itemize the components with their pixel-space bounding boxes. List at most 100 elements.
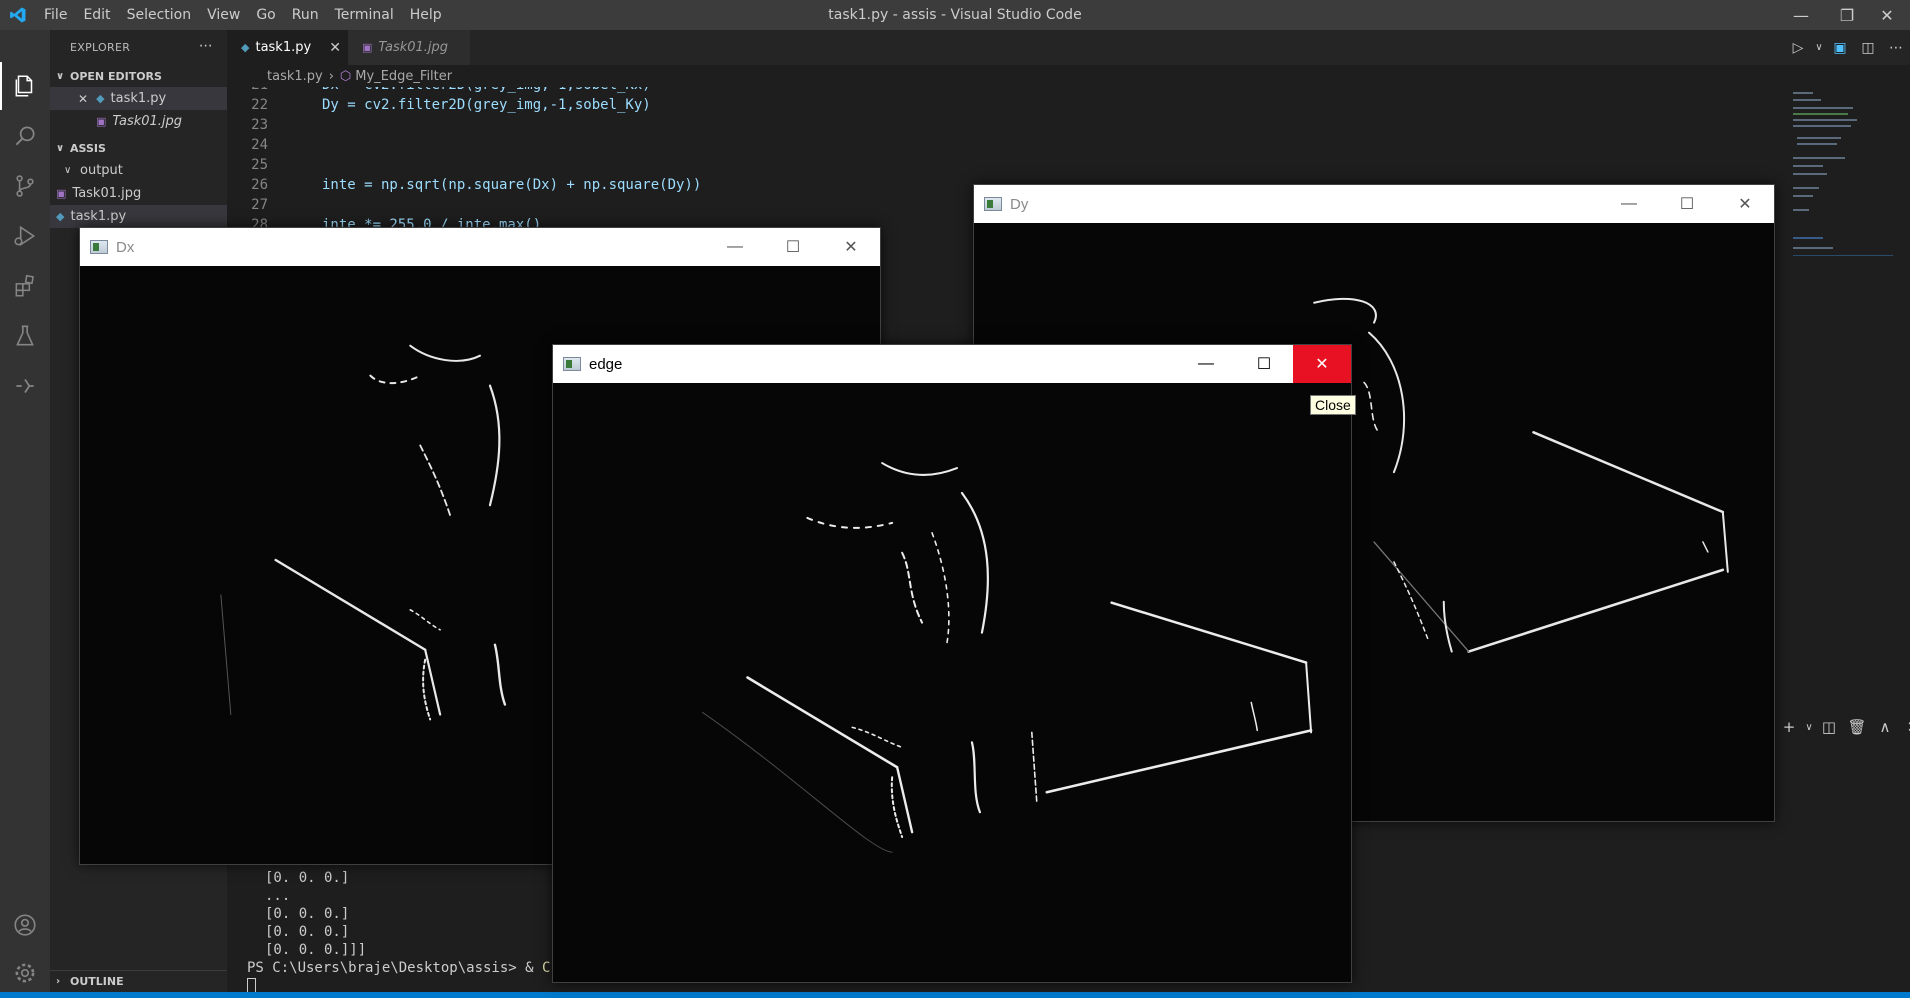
source-control-icon [16, 175, 34, 197]
line-text [272, 115, 322, 135]
add-terminal-icon[interactable]: + [1775, 718, 1803, 736]
minimize-button[interactable]: — [1177, 345, 1235, 383]
open-editor-item[interactable]: ✕ ◆ task1.py [50, 87, 227, 110]
window-title-bar[interactable]: Dx — ☐ ✕ [80, 228, 880, 266]
run-icon[interactable]: ▷ [1784, 40, 1812, 56]
manage-button[interactable] [0, 948, 50, 998]
search-button[interactable] [0, 111, 50, 161]
maximize-button[interactable]: ☐ [764, 228, 822, 266]
breadcrumb-file[interactable]: task1.py [267, 69, 323, 84]
code-line: 21Dx = cv2.filter2D(grey_img,-1,sobel_Kx… [227, 87, 1787, 95]
close-icon[interactable]: ✕ [1899, 718, 1910, 736]
file-label: task1.py [70, 209, 127, 224]
folder-item-output[interactable]: ∨ output [50, 159, 227, 182]
close-button[interactable]: ✕ [1293, 345, 1351, 383]
more-actions-icon[interactable]: ⋯ [1882, 40, 1910, 56]
image-file-icon: ▣ [56, 187, 67, 200]
edge-image-window[interactable]: edge — ☐ ✕ [552, 344, 1352, 983]
code-line: 24 [227, 135, 1787, 155]
window-title-bar[interactable]: edge — ☐ ✕ [553, 345, 1351, 383]
terminal-prompt: PS C:\Users\braje\Desktop\assis> & C:/ [247, 960, 567, 976]
minimize-icon: — [727, 238, 743, 255]
window-title-bar[interactable]: Dy — ☐ ✕ [974, 185, 1774, 223]
code-line: 25 [227, 155, 1787, 175]
trash-icon[interactable]: 🗑 [1843, 718, 1871, 736]
tab-task1-py[interactable]: ◆ task1.py ✕ [227, 30, 348, 65]
source-control-button[interactable] [0, 161, 50, 211]
maximize-icon: ☐ [1256, 356, 1272, 373]
window-title: Dy [1010, 195, 1029, 213]
image-file-icon: ▣ [96, 115, 107, 128]
maximize-button[interactable]: ☐ [1235, 345, 1293, 383]
python-file-icon: ◆ [96, 92, 105, 105]
maximize-button[interactable]: ☐ [1658, 185, 1716, 223]
line-text: Dy = cv2.filter2D(grey_img,-1,sobel_Ky) [322, 97, 651, 113]
image-file-icon: ▣ [362, 41, 373, 54]
search-icon [15, 126, 35, 146]
chevron-down-icon[interactable]: ∨ [1803, 722, 1815, 733]
terminal-line: ... [265, 888, 291, 904]
python-file-icon: ◆ [56, 210, 65, 223]
minimize-window-button[interactable]: — [1778, 0, 1824, 30]
window-app-icon [90, 240, 108, 254]
minimap[interactable] [1787, 87, 1897, 587]
terminal-actions: + ∨ ◫ 🗑 ∧ ✕ [1775, 712, 1910, 742]
close-icon: ✕ [1880, 5, 1894, 25]
line-text [272, 155, 322, 175]
folder-label: ASSIS [70, 141, 106, 155]
extensions-icon [15, 274, 34, 297]
close-button[interactable]: ✕ [822, 228, 880, 266]
line-text [272, 195, 322, 215]
close-icon: ✕ [1315, 356, 1329, 373]
minimize-button[interactable]: — [1600, 185, 1658, 223]
split-editor-icon[interactable]: ◫ [1854, 40, 1882, 56]
minimize-icon: — [1198, 355, 1214, 372]
open-editors-section[interactable]: ∨ OPEN EDITORS [50, 65, 227, 87]
account-icon [14, 914, 36, 936]
remote-icon [16, 379, 34, 393]
minimize-button[interactable]: — [706, 228, 764, 266]
close-icon[interactable]: ✕ [329, 40, 341, 56]
line-number: 27 [251, 197, 268, 213]
chevron-down-icon[interactable]: ∨ [1812, 42, 1826, 53]
code-line: 23 [227, 115, 1787, 135]
chevron-right-icon: › [56, 976, 61, 987]
close-window-button[interactable]: ✕ [1864, 0, 1910, 30]
testing-button[interactable] [0, 311, 50, 361]
debug-icon[interactable]: ▣ [1826, 40, 1854, 56]
terminal-line: [0. 0. 0.]]] [265, 942, 367, 958]
code-line: 22 Dy = cv2.filter2D(grey_img,-1,sobel_Ky… [227, 95, 1787, 115]
chevron-down-icon: ∨ [56, 142, 65, 154]
more-actions-icon[interactable]: ⋯ [199, 38, 213, 54]
maximize-icon: ☐ [785, 239, 801, 256]
tab-task01-jpg[interactable]: ▣ Task01.jpg [348, 30, 470, 65]
python-file-icon: ◆ [241, 41, 250, 54]
open-editor-label: Task01.jpg [112, 114, 183, 129]
close-icon[interactable]: ✕ [78, 92, 88, 106]
prompt-text: PS C:\Users\braje\Desktop\assis> & [247, 960, 543, 976]
remote-explorer-button[interactable] [0, 361, 50, 411]
close-button[interactable]: ✕ [1716, 185, 1774, 223]
breadcrumb-symbol[interactable]: My_Edge_Filter [355, 69, 452, 84]
minimize-icon: — [1793, 5, 1809, 25]
extensions-button[interactable] [0, 261, 50, 311]
open-editor-item[interactable]: ▣ Task01.jpg [50, 110, 227, 133]
file-item[interactable]: ◆ task1.py [50, 205, 227, 228]
line-number: 25 [251, 157, 268, 173]
explorer-button[interactable] [0, 61, 50, 111]
close-tooltip: Close [1310, 395, 1356, 415]
outline-label: OUTLINE [70, 975, 124, 988]
file-item[interactable]: ▣ Task01.jpg [50, 182, 227, 205]
chevron-up-icon[interactable]: ∧ [1871, 718, 1899, 736]
accounts-button[interactable] [0, 900, 50, 950]
window-title: task1.py - assis - Visual Studio Code [828, 7, 1082, 23]
run-debug-button[interactable] [0, 211, 50, 261]
outline-section[interactable]: › OUTLINE [50, 970, 227, 992]
split-terminal-icon[interactable]: ◫ [1815, 718, 1843, 736]
maximize-icon: ☐ [1679, 196, 1695, 213]
gear-icon [15, 963, 35, 983]
folder-label: output [80, 163, 123, 178]
folder-section[interactable]: ∨ ASSIS [50, 137, 227, 159]
close-icon: ✕ [1738, 196, 1752, 213]
tab-label: Task01.jpg [378, 40, 449, 55]
